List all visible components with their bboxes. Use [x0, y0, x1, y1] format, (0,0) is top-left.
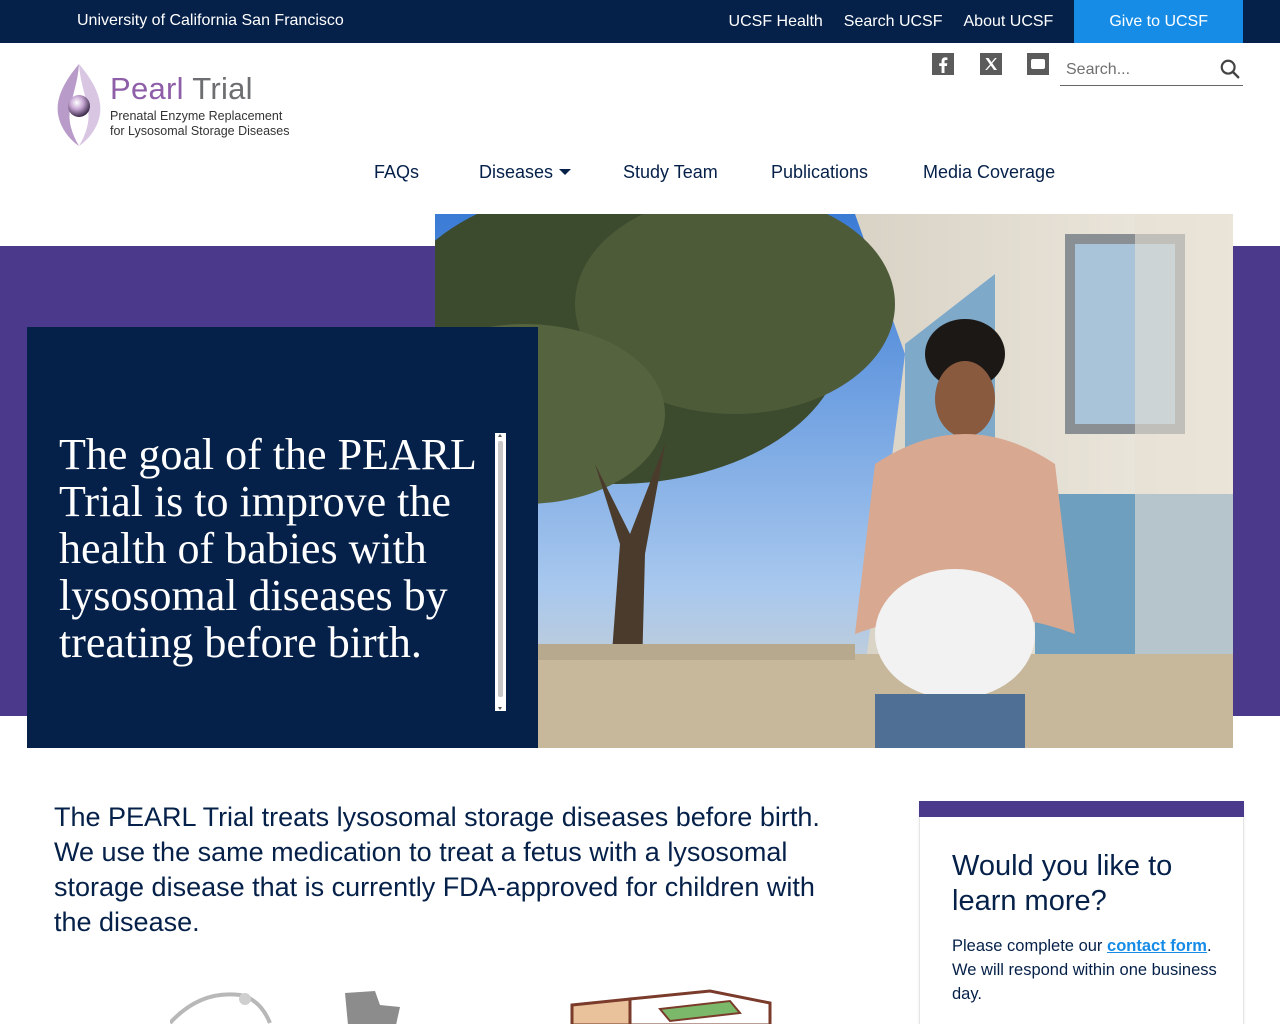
x-icon[interactable] [979, 52, 1003, 76]
nav-study-team[interactable]: Study Team [623, 162, 718, 183]
nav-diseases[interactable]: Diseases [479, 162, 572, 183]
logo-title-trial: Trial [192, 71, 253, 106]
card-heading: Would you like to learn more? [952, 850, 1173, 917]
ucsf-health-link[interactable]: UCSF Health [729, 13, 823, 31]
logo-title: Pearl Trial [110, 71, 253, 107]
utility-links: UCSF Health Search UCSF About UCSF Give … [708, 0, 1243, 43]
card-text: Please complete our contact form. We wil… [952, 934, 1222, 1006]
site-search [1060, 55, 1243, 86]
nav-diseases-label: Diseases [479, 162, 554, 182]
facebook-icon[interactable] [931, 52, 955, 76]
university-link[interactable]: University of California San Francisco [77, 12, 344, 30]
hospital-illustration [570, 989, 772, 1024]
nav-media-coverage[interactable]: Media Coverage [923, 162, 1055, 183]
hero-scrollbar[interactable] [495, 433, 506, 711]
stethoscope-illustration [170, 991, 400, 1024]
hero-headline: The goal of the PEARL Trial is to improv… [59, 430, 476, 667]
contact-form-link[interactable]: contact form [1107, 937, 1207, 955]
intro-paragraph: The PEARL Trial treats lysosomal storage… [54, 802, 820, 937]
scroll-down-icon[interactable] [498, 707, 502, 710]
scroll-up-icon[interactable] [498, 434, 502, 437]
card-text-before: Please complete our [952, 937, 1108, 955]
hero-text-box: The goal of the PEARL Trial is to improv… [27, 327, 538, 748]
learn-more-card: Would you like to learn more? Please com… [919, 801, 1244, 1024]
main-nav: FAQs Diseases Study Team Publications Me… [0, 162, 1280, 188]
give-to-ucsf-button[interactable]: Give to UCSF [1074, 0, 1243, 43]
utility-bar: University of California San Francisco U… [0, 0, 1280, 43]
nav-publications[interactable]: Publications [771, 162, 868, 183]
nav-faqs[interactable]: FAQs [374, 162, 419, 183]
logo-title-pearl: Pearl [110, 71, 184, 106]
search-icon[interactable] [1219, 58, 1241, 80]
hero-image [435, 214, 1233, 748]
scroll-thumb[interactable] [498, 441, 503, 697]
logo-subtitle-line1: Prenatal Enzyme Replacement [110, 109, 283, 123]
pearl-trial-logo[interactable]: Pearl Trial Prenatal Enzyme Replacement … [52, 62, 312, 148]
caret-down-icon [559, 169, 572, 175]
logo-subtitle-line2: for Lysosomal Storage Diseases [110, 124, 290, 138]
search-input[interactable] [1060, 55, 1210, 85]
about-ucsf-link[interactable]: About UCSF [964, 13, 1054, 31]
card-accent-bar [919, 801, 1244, 817]
youtube-icon[interactable] [1026, 52, 1050, 76]
pearl-logo-icon [57, 64, 101, 146]
search-ucsf-link[interactable]: Search UCSF [844, 13, 943, 31]
